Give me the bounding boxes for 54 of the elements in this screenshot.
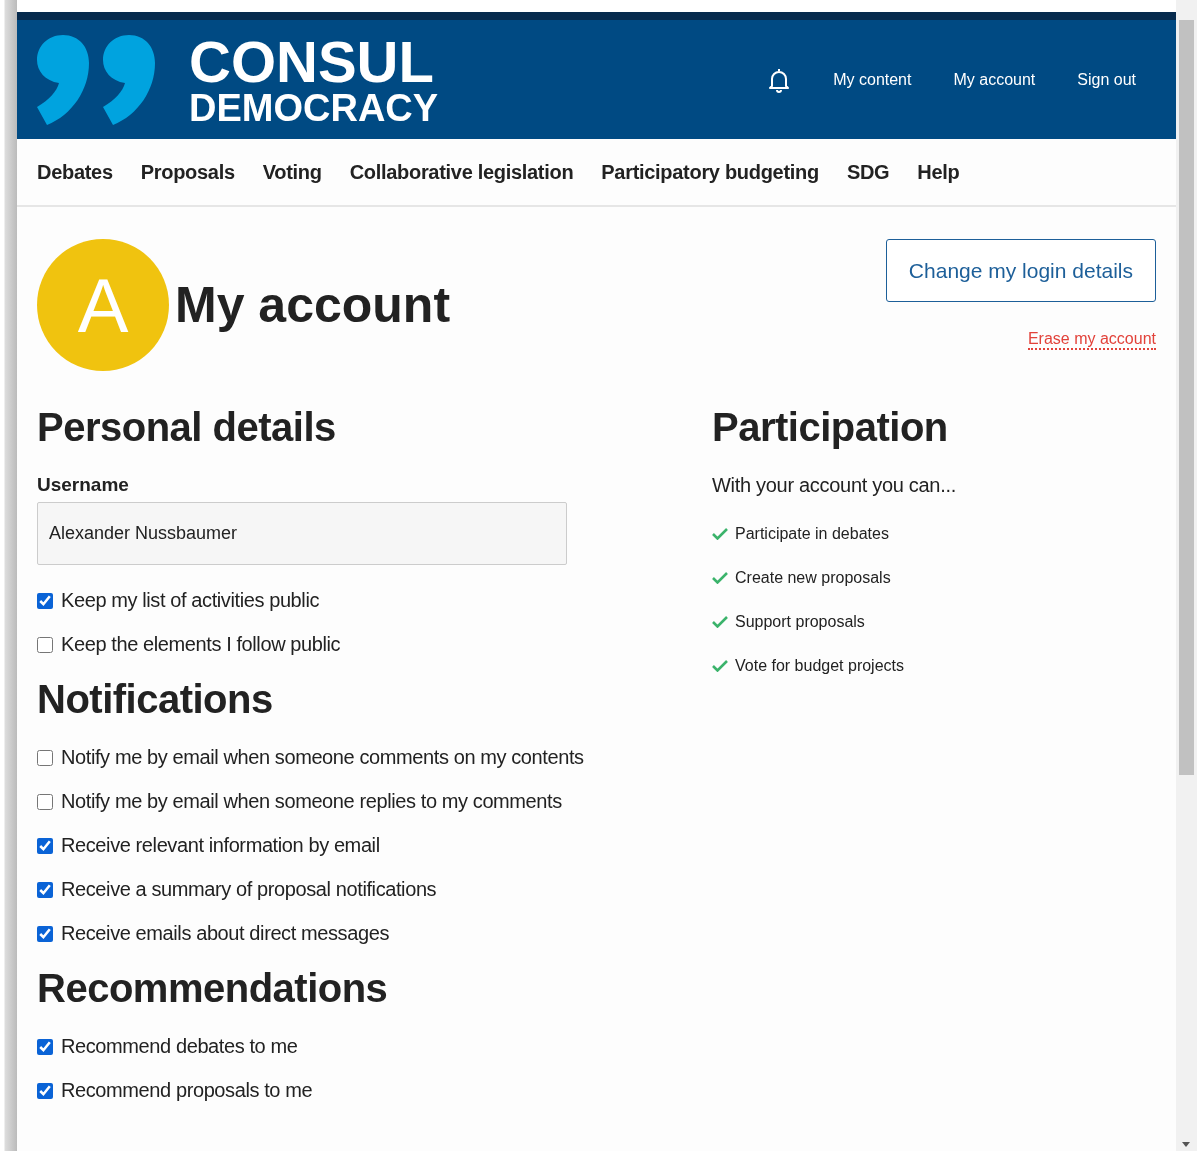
- username-field[interactable]: Alexander Nussbaumer: [37, 502, 567, 565]
- checkbox[interactable]: [37, 881, 53, 898]
- checkbox[interactable]: [37, 749, 53, 766]
- checkbox[interactable]: [37, 793, 53, 810]
- nav-link[interactable]: Participatory budgeting: [601, 160, 819, 184]
- checkbox-label: Receive emails about direct messages: [61, 922, 389, 945]
- section-heading: Recommendations: [37, 966, 389, 1011]
- scrollbar-thumb[interactable]: [1179, 20, 1194, 775]
- scrollbar[interactable]: [1176, 0, 1197, 1151]
- notification-bell-icon[interactable]: [767, 66, 792, 93]
- quote-marks-logo-icon: [37, 34, 157, 125]
- section-heading: Notifications: [37, 677, 274, 722]
- nav-link[interactable]: Proposals: [140, 160, 235, 184]
- check-icon: [712, 660, 728, 672]
- checkbox[interactable]: [37, 1082, 53, 1099]
- feature-text: Create new proposals: [735, 569, 891, 587]
- section-heading: Participation: [712, 405, 949, 450]
- header-link[interactable]: My account: [953, 70, 1036, 89]
- change-login-button[interactable]: Change my login details: [885, 239, 1156, 302]
- nav-link[interactable]: SDG: [846, 160, 890, 184]
- checkbox[interactable]: [37, 592, 53, 609]
- logo-subtitle: DEMOCRACY: [189, 88, 439, 127]
- scroll-down-arrow-icon[interactable]: [1182, 1142, 1190, 1147]
- checkbox-label: Notify me by email when someone replies to my comments: [61, 790, 562, 813]
- checkbox[interactable]: [37, 636, 53, 653]
- checkbox[interactable]: [37, 1038, 53, 1055]
- logo-title: CONSUL: [189, 32, 435, 91]
- checkbox-label: Recommend proposals to me: [61, 1079, 313, 1102]
- nav-link[interactable]: Voting: [262, 160, 322, 184]
- checkbox-label: Keep my list of activities public: [61, 589, 320, 612]
- field-label: Username: [37, 474, 130, 496]
- checkbox-label: Receive a summary of proposal notifications: [61, 878, 437, 901]
- check-icon: [712, 528, 728, 540]
- check-icon: [712, 616, 728, 628]
- feature-text: Participate in debates: [735, 525, 889, 543]
- nav-link[interactable]: Help: [917, 160, 960, 184]
- header-link[interactable]: My content: [833, 70, 912, 89]
- checkbox-label: Notify me by email when someone comments on my contents: [61, 746, 584, 769]
- checkbox-label: Receive relevant information by email: [61, 834, 380, 857]
- header-link[interactable]: Sign out: [1077, 70, 1136, 89]
- feature-text: Vote for budget projects: [735, 657, 904, 675]
- section-heading: Personal details: [37, 405, 337, 450]
- check-icon: [712, 572, 728, 584]
- checkbox-label: Keep the elements I follow public: [61, 633, 341, 656]
- checkbox[interactable]: [37, 837, 53, 854]
- checkbox-label: Recommend debates to me: [61, 1035, 298, 1058]
- nav-link[interactable]: Debates: [37, 160, 113, 184]
- erase-account-link[interactable]: Erase my account: [1027, 330, 1156, 350]
- intro-text: With your account you can...: [712, 474, 956, 497]
- feature-text: Support proposals: [735, 613, 865, 631]
- page-title: My account: [175, 276, 451, 334]
- checkbox[interactable]: [37, 925, 53, 942]
- nav-link[interactable]: Collaborative legislation: [349, 160, 574, 184]
- avatar: A: [37, 239, 169, 371]
